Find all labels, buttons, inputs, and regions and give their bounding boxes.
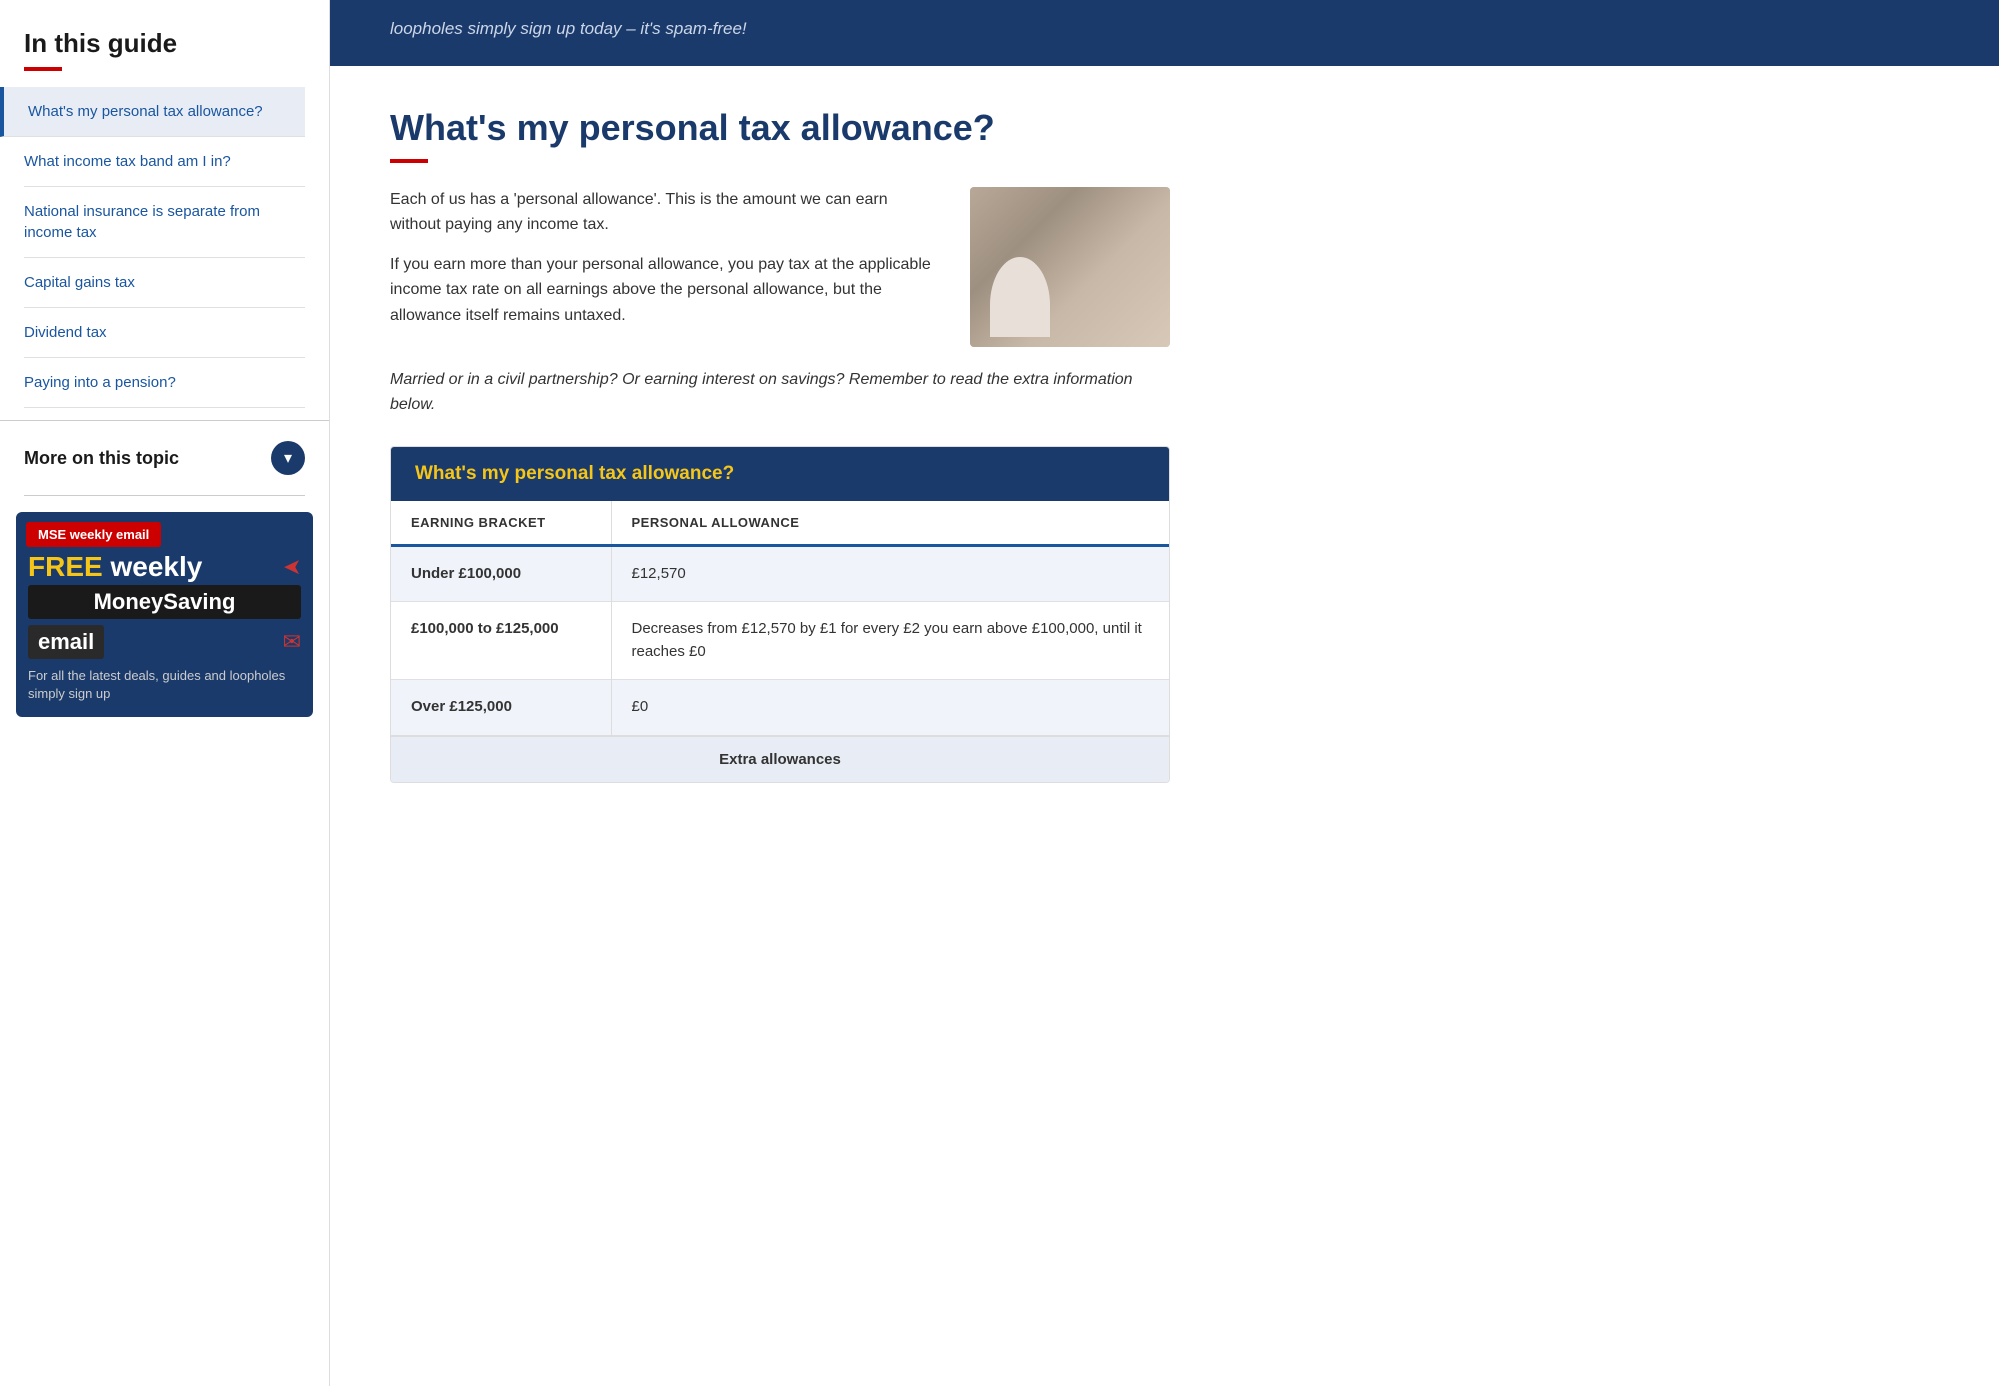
allowance-cell-3: £0 [611,680,1169,736]
nav-item-4[interactable]: Capital gains tax [24,258,305,308]
table-header-bar: What's my personal tax allowance? [391,447,1169,501]
article-title-underline [390,159,428,163]
bracket-cell-1: Under £100,000 [391,545,611,602]
email-badge: MSE weekly email [26,522,161,547]
more-on-topic-title: More on this topic [24,448,179,469]
email-row3: email ✉ [16,621,313,667]
article-thumbnail [970,187,1170,347]
intro-para-1: Each of us has a 'personal allowance'. T… [390,187,940,238]
nav-link-2[interactable]: What income tax band am I in? [24,137,305,186]
guide-title-underline [24,67,62,71]
email-free-weekly: FREE weekly [28,551,202,583]
article-italic-note: Married or in a civil partnership? Or ea… [390,367,1170,418]
guide-nav: What's my personal tax allowance? What i… [24,87,305,408]
email-moneysaving-label: MoneySaving [28,585,301,619]
email-weekly-label: weekly [103,551,203,582]
col1-header: EARNING BRACKET [391,501,611,546]
article-intro-text: Each of us has a 'personal allowance'. T… [390,187,940,347]
nav-item-2[interactable]: What income tax band am I in? [24,137,305,187]
email-send-icon: ✉ [283,629,301,655]
nav-item-1[interactable]: What's my personal tax allowance? [0,87,305,137]
table-title-suffix: ? [723,463,735,484]
nav-link-3[interactable]: National insurance is separate from inco… [24,187,305,257]
bracket-cell-2: £100,000 to £125,000 [391,602,611,680]
table-footer-row: Extra allowances [391,736,1169,782]
sidebar: In this guide What's my personal tax all… [0,0,330,1386]
nav-item-3[interactable]: National insurance is separate from inco… [24,187,305,258]
table-title-prefix: What's my [415,463,515,484]
table-row: Over £125,000 £0 [391,680,1169,736]
nav-link-5[interactable]: Dividend tax [24,308,305,357]
article-body: What's my personal tax allowance? Each o… [330,66,1230,823]
col2-header: PERSONAL ALLOWANCE [611,501,1169,546]
nav-link-6[interactable]: Paying into a pension? [24,358,305,407]
allowance-table: EARNING BRACKET PERSONAL ALLOWANCE Under… [391,501,1169,782]
article-title: What's my personal tax allowance? [390,106,1170,149]
email-signup-widget: MSE weekly email FREE weekly ➤ MoneySavi… [16,512,313,717]
nav-item-5[interactable]: Dividend tax [24,308,305,358]
bracket-cell-3: Over £125,000 [391,680,611,736]
allowance-cell-2: Decreases from £12,570 by £1 for every £… [611,602,1169,680]
allowance-cell-1: £12,570 [611,545,1169,602]
banner-text: loopholes simply sign up today – it's sp… [390,16,1939,42]
table-header-title: What's my personal tax allowance? [415,463,734,484]
email-footer-text: For all the latest deals, guides and loo… [16,667,313,717]
email-arrow-icon: ➤ [283,554,301,580]
table-row: Under £100,000 £12,570 [391,545,1169,602]
email-row1: FREE weekly ➤ [16,547,313,583]
intro-para-2: If you earn more than your personal allo… [390,252,940,329]
more-on-topic-section: More on this topic [0,420,329,495]
main-content: loopholes simply sign up today – it's sp… [330,0,1999,1386]
thumbnail-image [970,187,1170,347]
guide-title: In this guide [24,28,305,59]
table-footer-cell: Extra allowances [391,736,1169,782]
more-on-topic-expand-button[interactable] [271,441,305,475]
nav-item-6[interactable]: Paying into a pension? [24,358,305,408]
allowance-table-section: What's my personal tax allowance? EARNIN… [390,446,1170,783]
table-row: £100,000 to £125,000 Decreases from £12,… [391,602,1169,680]
nav-link-4[interactable]: Capital gains tax [24,258,305,307]
email-free-label: FREE [28,551,103,582]
top-banner: loopholes simply sign up today – it's sp… [330,0,1999,66]
email-label-text: email [28,625,104,659]
article-intro-row: Each of us has a 'personal allowance'. T… [390,187,1170,347]
nav-link-1[interactable]: What's my personal tax allowance? [28,87,305,136]
sidebar-divider [24,495,305,496]
table-title-highlight: personal tax allowance [515,463,723,484]
email-row2: MoneySaving [16,583,313,621]
table-header-row: EARNING BRACKET PERSONAL ALLOWANCE [391,501,1169,546]
